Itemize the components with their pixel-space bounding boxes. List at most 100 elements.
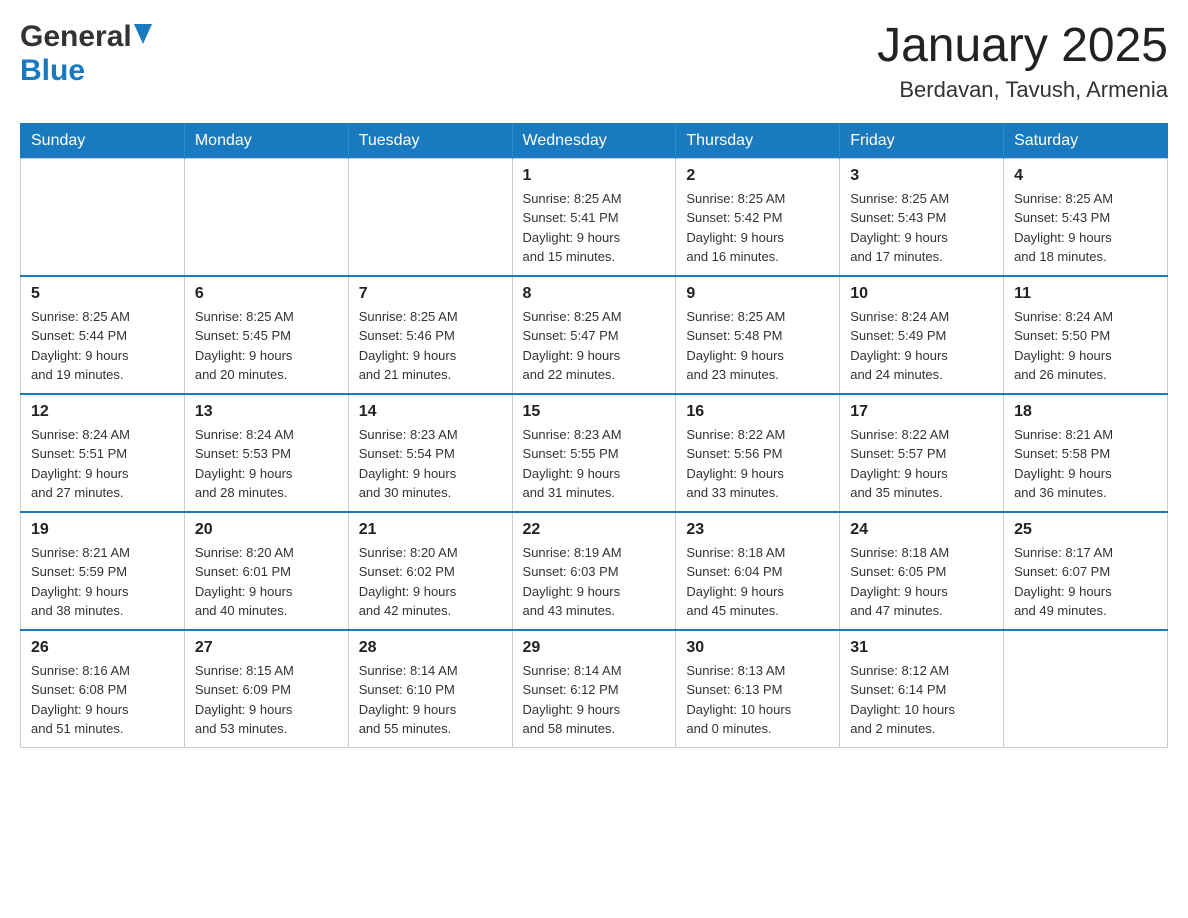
day-info: Sunrise: 8:13 AMSunset: 6:13 PMDaylight:… <box>686 661 829 739</box>
day-number: 11 <box>1014 285 1157 303</box>
day-number: 2 <box>686 167 829 185</box>
calendar-cell: 7Sunrise: 8:25 AMSunset: 5:46 PMDaylight… <box>348 276 512 394</box>
day-info: Sunrise: 8:25 AMSunset: 5:45 PMDaylight:… <box>195 307 338 385</box>
day-info: Sunrise: 8:23 AMSunset: 5:54 PMDaylight:… <box>359 425 502 503</box>
day-info: Sunrise: 8:12 AMSunset: 6:14 PMDaylight:… <box>850 661 993 739</box>
day-info: Sunrise: 8:22 AMSunset: 5:56 PMDaylight:… <box>686 425 829 503</box>
day-number: 27 <box>195 639 338 657</box>
day-info: Sunrise: 8:19 AMSunset: 6:03 PMDaylight:… <box>523 543 666 621</box>
weekday-header-friday: Friday <box>840 123 1004 158</box>
weekday-header-saturday: Saturday <box>1004 123 1168 158</box>
day-info: Sunrise: 8:18 AMSunset: 6:05 PMDaylight:… <box>850 543 993 621</box>
calendar-title: January 2025 <box>877 20 1168 73</box>
day-number: 26 <box>31 639 174 657</box>
day-number: 1 <box>523 167 666 185</box>
day-info: Sunrise: 8:20 AMSunset: 6:02 PMDaylight:… <box>359 543 502 621</box>
logo-general-text: General <box>20 20 132 54</box>
day-info: Sunrise: 8:25 AMSunset: 5:43 PMDaylight:… <box>850 189 993 267</box>
day-info: Sunrise: 8:24 AMSunset: 5:49 PMDaylight:… <box>850 307 993 385</box>
day-info: Sunrise: 8:25 AMSunset: 5:43 PMDaylight:… <box>1014 189 1157 267</box>
calendar-cell: 14 Sunrise: 8:23 AMSunset: 5:54 PMDayligh… <box>348 394 512 512</box>
calendar-cell: 3 Sunrise: 8:25 AMSunset: 5:43 PMDaylight… <box>840 158 1004 276</box>
day-info: Sunrise: 8:25 AMSunset: 5:41 PMDaylight:… <box>523 189 666 267</box>
calendar-cell <box>348 158 512 276</box>
page-header: General Blue January 2025 Berdavan, Tavu… <box>20 20 1168 103</box>
calendar-cell: 26 Sunrise: 8:16 AMSunset: 6:08 PMDayligh… <box>21 630 185 748</box>
day-number: 18 <box>1014 403 1157 421</box>
day-number: 16 <box>686 403 829 421</box>
day-number: 31 <box>850 639 993 657</box>
day-number: 7 <box>359 285 502 303</box>
day-number: 6 <box>195 285 338 303</box>
logo-blue-text: Blue <box>20 54 85 88</box>
weekday-header-wednesday: Wednesday <box>512 123 676 158</box>
calendar-cell: 31 Sunrise: 8:12 AMSunset: 6:14 PMDayligh… <box>840 630 1004 748</box>
day-number: 14 <box>359 403 502 421</box>
calendar-subtitle: Berdavan, Tavush, Armenia <box>877 77 1168 103</box>
day-info: Sunrise: 8:14 AMSunset: 6:12 PMDaylight:… <box>523 661 666 739</box>
calendar-cell: 20 Sunrise: 8:20 AMSunset: 6:01 PMDayligh… <box>184 512 348 630</box>
logo-arrow-icon <box>134 24 152 53</box>
calendar-table: SundayMondayTuesdayWednesdayThursdayFrid… <box>20 123 1168 748</box>
calendar-cell: 10 Sunrise: 8:24 AMSunset: 5:49 PMDayligh… <box>840 276 1004 394</box>
calendar-cell: 1 Sunrise: 8:25 AMSunset: 5:41 PMDaylight… <box>512 158 676 276</box>
day-number: 25 <box>1014 521 1157 539</box>
day-info: Sunrise: 8:25 AMSunset: 5:48 PMDaylight:… <box>686 307 829 385</box>
calendar-cell: 24 Sunrise: 8:18 AMSunset: 6:05 PMDayligh… <box>840 512 1004 630</box>
day-number: 3 <box>850 167 993 185</box>
calendar-cell: 8 Sunrise: 8:25 AMSunset: 5:47 PMDaylight… <box>512 276 676 394</box>
calendar-cell: 9 Sunrise: 8:25 AMSunset: 5:48 PMDaylight… <box>676 276 840 394</box>
calendar-cell: 29 Sunrise: 8:14 AMSunset: 6:12 PMDayligh… <box>512 630 676 748</box>
calendar-cell: 19 Sunrise: 8:21 AMSunset: 5:59 PMDayligh… <box>21 512 185 630</box>
day-info: Sunrise: 8:14 AMSunset: 6:10 PMDaylight:… <box>359 661 502 739</box>
day-info: Sunrise: 8:17 AMSunset: 6:07 PMDaylight:… <box>1014 543 1157 621</box>
calendar-cell: 28Sunrise: 8:14 AMSunset: 6:10 PMDayligh… <box>348 630 512 748</box>
day-info: Sunrise: 8:24 AMSunset: 5:53 PMDaylight:… <box>195 425 338 503</box>
weekday-header-monday: Monday <box>184 123 348 158</box>
day-info: Sunrise: 8:23 AMSunset: 5:55 PMDaylight:… <box>523 425 666 503</box>
calendar-cell: 4 Sunrise: 8:25 AMSunset: 5:43 PMDaylight… <box>1004 158 1168 276</box>
day-number: 9 <box>686 285 829 303</box>
day-number: 10 <box>850 285 993 303</box>
calendar-cell: 30 Sunrise: 8:13 AMSunset: 6:13 PMDayligh… <box>676 630 840 748</box>
day-number: 12 <box>31 403 174 421</box>
day-number: 5 <box>31 285 174 303</box>
day-number: 30 <box>686 639 829 657</box>
day-number: 24 <box>850 521 993 539</box>
calendar-cell: 12 Sunrise: 8:24 AMSunset: 5:51 PMDayligh… <box>21 394 185 512</box>
day-info: Sunrise: 8:16 AMSunset: 6:08 PMDaylight:… <box>31 661 174 739</box>
calendar-cell: 11 Sunrise: 8:24 AMSunset: 5:50 PMDayligh… <box>1004 276 1168 394</box>
day-number: 19 <box>31 521 174 539</box>
day-number: 4 <box>1014 167 1157 185</box>
week-row-2: 5 Sunrise: 8:25 AMSunset: 5:44 PMDaylight… <box>21 276 1168 394</box>
day-number: 20 <box>195 521 338 539</box>
weekday-header-row: SundayMondayTuesdayWednesdayThursdayFrid… <box>21 123 1168 158</box>
day-info: Sunrise: 8:25 AMSunset: 5:47 PMDaylight:… <box>523 307 666 385</box>
day-info: Sunrise: 8:24 AMSunset: 5:51 PMDaylight:… <box>31 425 174 503</box>
day-info: Sunrise: 8:24 AMSunset: 5:50 PMDaylight:… <box>1014 307 1157 385</box>
logo: General Blue <box>20 20 152 88</box>
day-info: Sunrise: 8:21 AMSunset: 5:58 PMDaylight:… <box>1014 425 1157 503</box>
day-number: 29 <box>523 639 666 657</box>
day-info: Sunrise: 8:21 AMSunset: 5:59 PMDaylight:… <box>31 543 174 621</box>
day-number: 8 <box>523 285 666 303</box>
calendar-cell: 13 Sunrise: 8:24 AMSunset: 5:53 PMDayligh… <box>184 394 348 512</box>
day-info: Sunrise: 8:20 AMSunset: 6:01 PMDaylight:… <box>195 543 338 621</box>
title-section: January 2025 Berdavan, Tavush, Armenia <box>877 20 1168 103</box>
calendar-cell <box>184 158 348 276</box>
day-info: Sunrise: 8:25 AMSunset: 5:44 PMDaylight:… <box>31 307 174 385</box>
day-number: 15 <box>523 403 666 421</box>
weekday-header-tuesday: Tuesday <box>348 123 512 158</box>
day-info: Sunrise: 8:15 AMSunset: 6:09 PMDaylight:… <box>195 661 338 739</box>
week-row-4: 19 Sunrise: 8:21 AMSunset: 5:59 PMDayligh… <box>21 512 1168 630</box>
calendar-cell: 6 Sunrise: 8:25 AMSunset: 5:45 PMDaylight… <box>184 276 348 394</box>
day-number: 17 <box>850 403 993 421</box>
calendar-cell: 18 Sunrise: 8:21 AMSunset: 5:58 PMDayligh… <box>1004 394 1168 512</box>
week-row-3: 12 Sunrise: 8:24 AMSunset: 5:51 PMDayligh… <box>21 394 1168 512</box>
calendar-cell <box>21 158 185 276</box>
calendar-cell <box>1004 630 1168 748</box>
day-info: Sunrise: 8:22 AMSunset: 5:57 PMDaylight:… <box>850 425 993 503</box>
day-number: 22 <box>523 521 666 539</box>
day-number: 13 <box>195 403 338 421</box>
calendar-cell: 16 Sunrise: 8:22 AMSunset: 5:56 PMDayligh… <box>676 394 840 512</box>
